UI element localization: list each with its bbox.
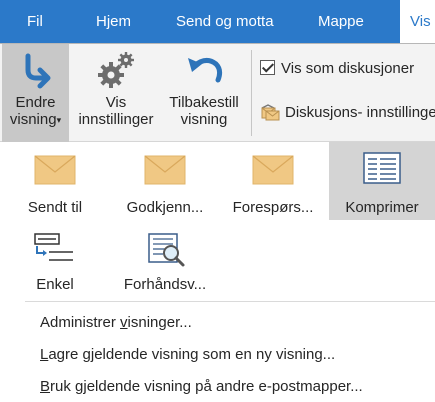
conversation-settings-button[interactable]: Diskusjons- innstillinger [259,102,435,124]
apply-view-menu-item[interactable]: Bruk gjeldende visning på andre e-postma… [40,378,363,395]
view-option-preview[interactable]: Forhåndsv... [112,224,218,298]
tab-home[interactable]: Hjem [96,0,131,43]
tab-file[interactable]: Fil [27,0,43,43]
gears-icon [98,52,134,88]
reset-view-label-1: Tilbakestill [169,94,239,111]
view-settings-label-2: innstillinger [78,111,154,128]
gallery-separator [25,301,435,302]
view-option-label: Forespørs... [232,199,314,216]
save-view-menu-item[interactable]: Lagre gjeldende visning som en ny visnin… [40,346,335,363]
manage-views-menu-item[interactable]: Administrer visninger... [40,314,192,331]
view-option-label: Enkel [36,276,74,293]
menu-hotkey: B [40,378,51,395]
reset-view-button[interactable]: Tilbakestill visning [162,44,246,142]
view-option-label: Forhåndsv... [123,276,207,293]
view-option-approve[interactable]: Godkjenn... [112,147,218,223]
view-option-label: Komprimer [345,199,419,216]
view-option-compact[interactable]: Komprimer [329,142,435,220]
view-option-sent-to[interactable]: Sendt til [0,147,110,223]
single-list-icon [34,233,73,261]
tab-folder[interactable]: Mappe [318,0,364,43]
view-option-requests[interactable]: Forespørs... [220,147,326,223]
view-settings-button[interactable]: Vis innstillinger [72,44,160,142]
envelope-icon [34,155,76,185]
change-view-label-2: visning [9,111,57,128]
envelope-icon [252,155,294,185]
menu-text: Administrer [40,314,121,331]
compact-list-icon [363,152,401,184]
menu-hotkey: v [120,314,128,331]
view-option-label: Sendt til [27,199,83,216]
tab-view[interactable]: Vis [400,0,435,43]
ribbon-tab-bar: Fil Hjem Send og motta Mappe Vis [0,0,435,43]
view-option-label: Godkjenn... [126,199,204,216]
menu-text: isninger... [127,314,192,331]
show-as-conversations-checkbox[interactable]: Vis som diskusjoner [260,60,414,80]
view-option-single[interactable]: Enkel [0,224,110,298]
conversation-settings-icon [261,104,280,121]
change-view-button[interactable]: Endre visning▾ [2,44,69,142]
ribbon-group-divider [251,50,252,136]
change-view-arrow-icon [25,53,50,89]
envelope-icon [144,155,186,185]
undo-arrow-icon [188,58,223,83]
menu-text: agre gjeldende visning som en ny visning… [48,346,336,363]
view-settings-label-1: Vis [105,94,127,111]
menu-text: ruk gjeldende visning på andre e-postmap… [50,378,363,395]
checkbox-checked[interactable] [260,60,275,75]
conversation-settings-label: Diskusjons- innstillinger [285,104,435,121]
show-as-conversations-label: Vis som diskusjoner [281,60,415,77]
change-view-gallery: Sendt til Godkjenn... Forespørs... Kompr… [0,142,435,402]
tab-send-receive[interactable]: Send og motta [176,0,274,43]
chevron-down-icon: ▾ [56,115,62,125]
reset-view-label-2: visning [180,111,228,128]
preview-icon [148,233,185,267]
ribbon: Endre visning▾ Vis innstillinger Tilbake… [0,44,435,142]
change-view-label-1: Endre [15,94,56,111]
